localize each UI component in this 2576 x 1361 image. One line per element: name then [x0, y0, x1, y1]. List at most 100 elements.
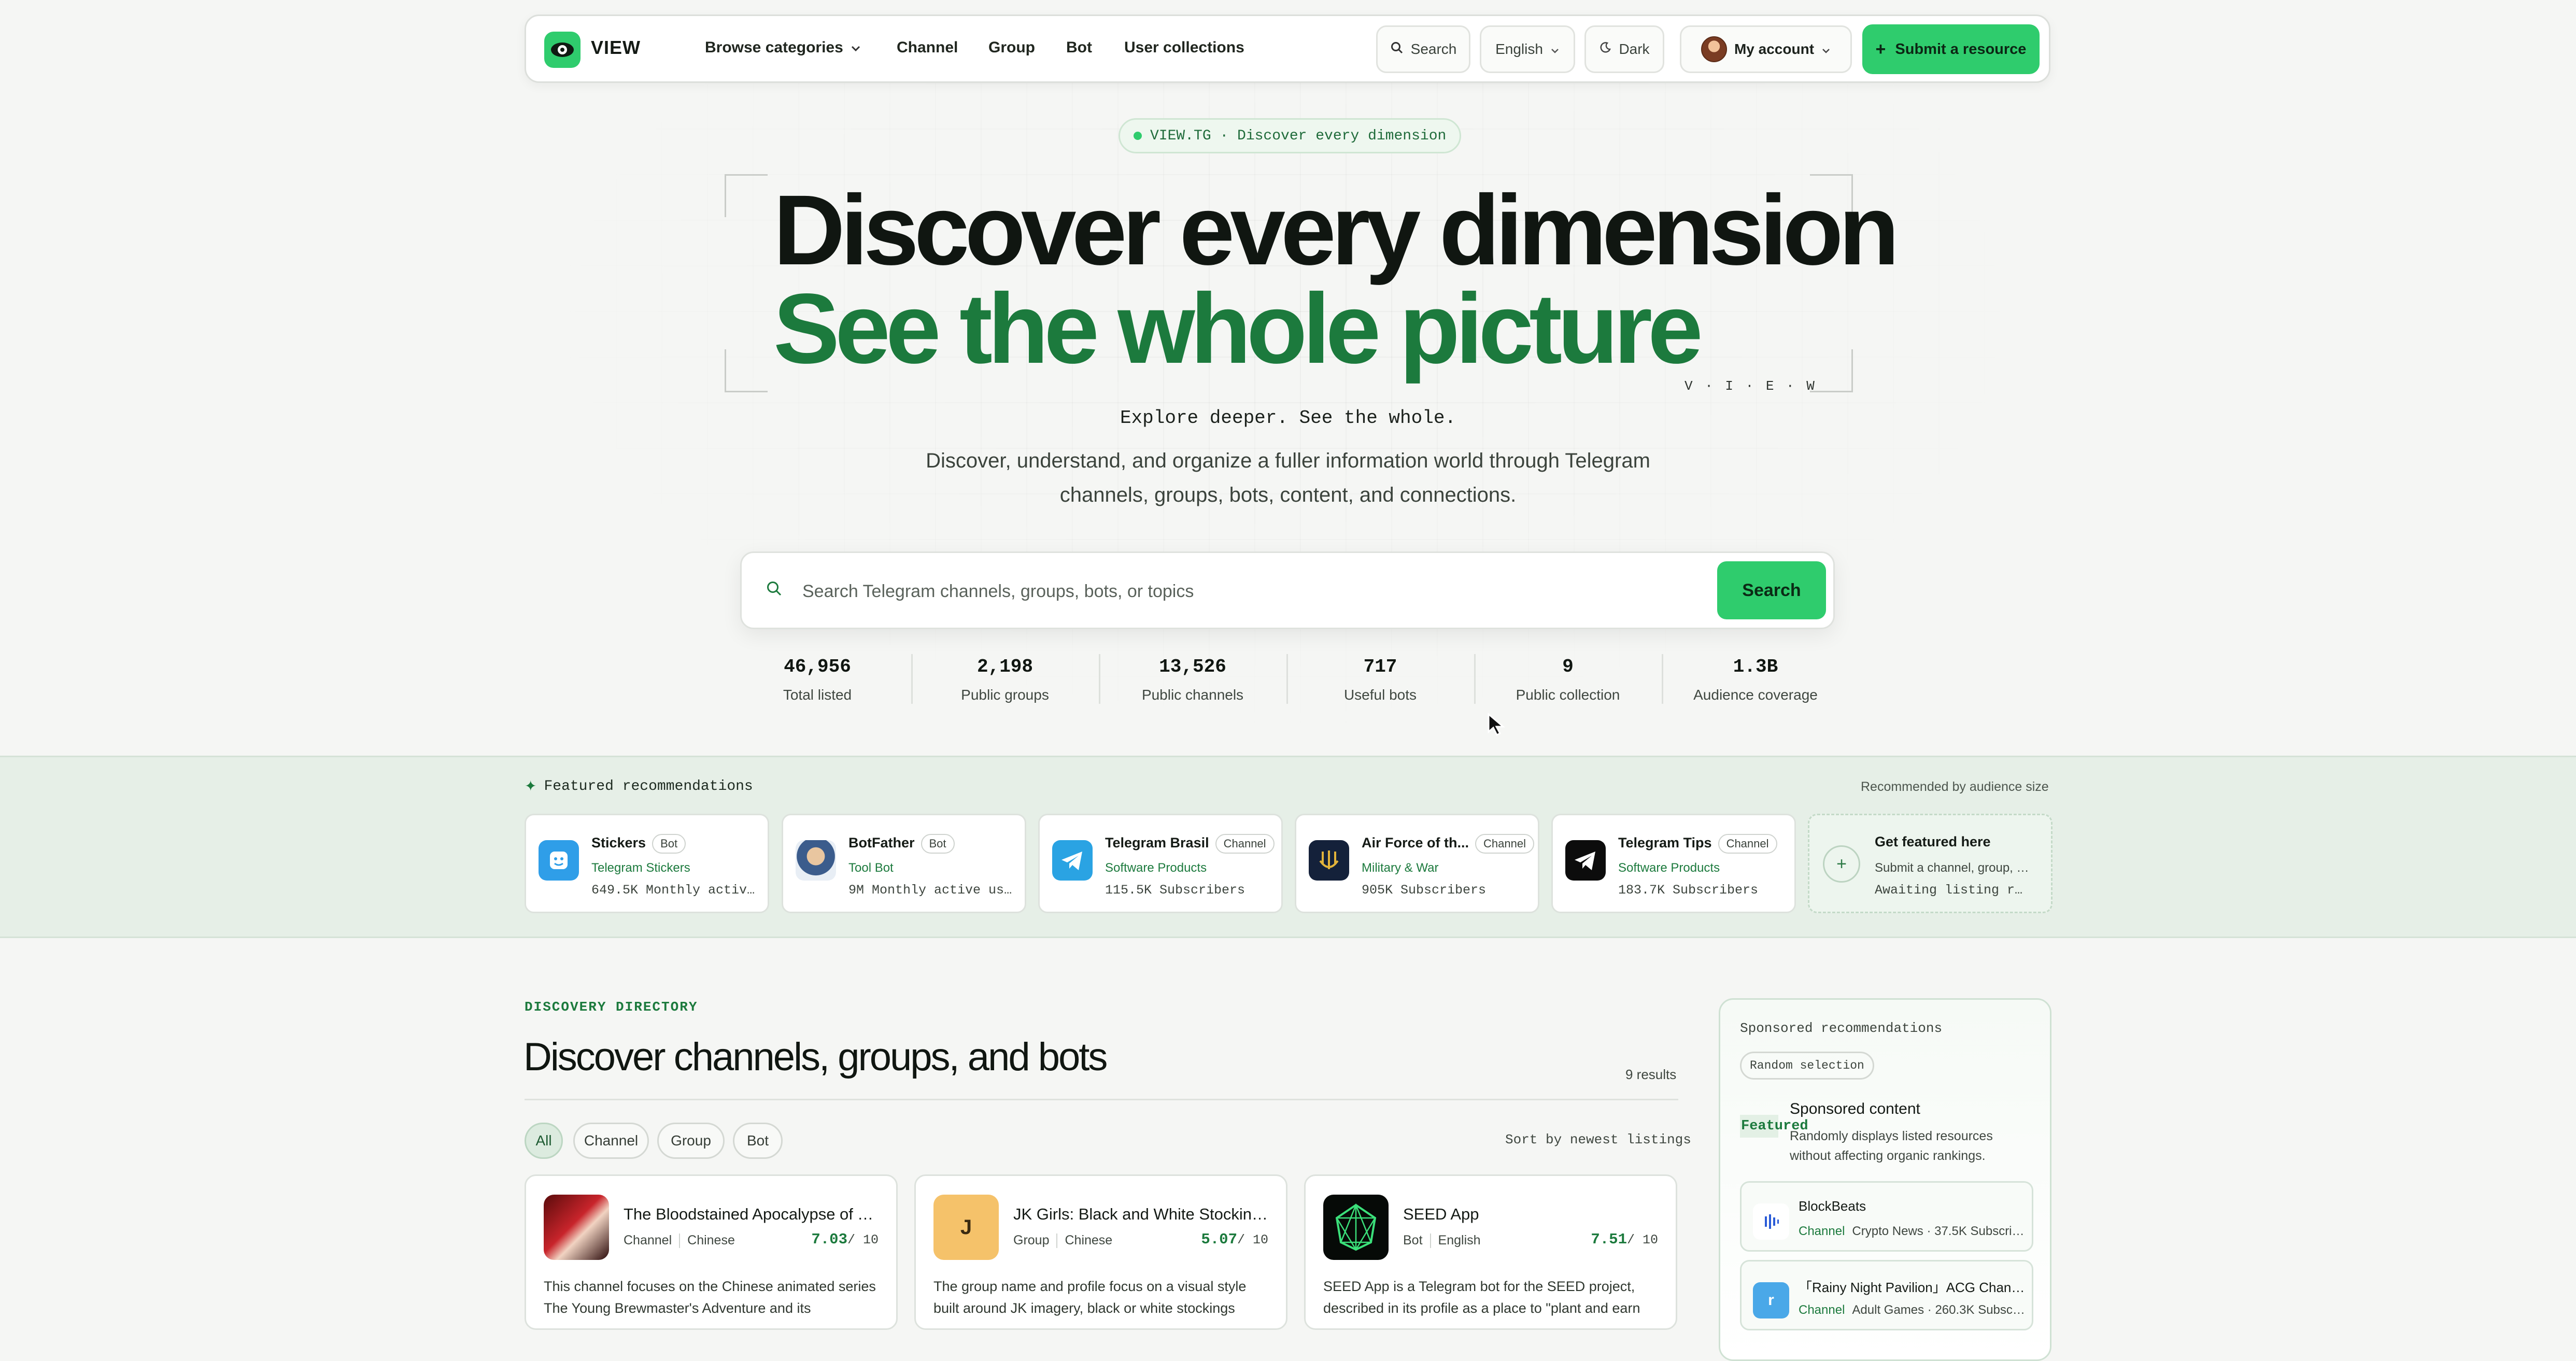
stat-audience-coverage: 1.3B Audience coverage — [1662, 656, 1849, 703]
sponsored-item-type: Channel — [1799, 1303, 1845, 1317]
theme-label: Dark — [1619, 41, 1650, 57]
stat-label: Public groups — [961, 687, 1049, 703]
sponsored-item[interactable]: BlockBeats Channel Crypto News · 37.5K Su… — [1740, 1181, 2033, 1252]
nav-channel[interactable]: Channel — [897, 39, 958, 56]
chevron-down-icon — [1550, 41, 1560, 58]
resource-card[interactable]: J JK Girls: Black and White Stockings, U… — [914, 1174, 1287, 1330]
featured-name-text: Stickers — [591, 835, 646, 850]
hero-headline: Discover every dimension — [773, 174, 1900, 286]
view-mark: V · I · E · W — [1685, 378, 1817, 394]
divider — [525, 1099, 1678, 1100]
get-featured-title: Get featured here — [1875, 834, 1991, 849]
featured-category[interactable]: Software Products — [1618, 861, 1720, 875]
view-logo-icon[interactable] — [544, 32, 581, 68]
theme-toggle[interactable]: Dark — [1584, 25, 1664, 73]
sponsored-item-type: Channel — [1799, 1224, 1845, 1238]
search-icon — [766, 580, 783, 600]
filter-channel[interactable]: Channel — [573, 1123, 649, 1159]
featured-name: Air Force of th... Channel — [1362, 834, 1534, 854]
featured-category[interactable]: Software Products — [1105, 861, 1207, 875]
sort-selector[interactable]: Sort by newest listings — [1505, 1132, 1691, 1147]
featured-card[interactable]: BotFather Bot Tool Bot 9M Monthly active … — [782, 814, 1026, 913]
score-scale: / 10 — [847, 1232, 879, 1247]
trident-emblem-icon — [1309, 840, 1349, 881]
type-badge: Bot — [652, 834, 686, 854]
submit-resource-button[interactable]: + Submit a resource — [1862, 24, 2040, 74]
featured-category[interactable]: Telegram Stickers — [591, 861, 690, 875]
mouse-cursor-icon — [1487, 712, 1507, 739]
resource-description: The group name and profile focus on a vi… — [933, 1279, 1247, 1316]
resource-meta: Bot English — [1403, 1233, 1481, 1248]
chevron-down-icon — [1821, 41, 1831, 58]
resource-name[interactable]: JK Girls: Black and White Stockings, Uni… — [1013, 1205, 1272, 1224]
stat-label: Public channels — [1141, 687, 1244, 703]
get-featured-card[interactable]: + Get featured here Submit a channel, gr… — [1808, 814, 2053, 913]
resource-card[interactable]: The Bloodstained Apocalypse of The Young… — [525, 1174, 898, 1330]
filter-bot[interactable]: Bot — [733, 1123, 783, 1159]
stat-public-groups: 2,198 Public groups — [911, 656, 1099, 703]
featured-card[interactable]: Air Force of th... Channel Military & War… — [1295, 814, 1539, 913]
telegram-plane-icon — [1052, 840, 1093, 881]
featured-name-text: Telegram Brasil — [1105, 835, 1209, 850]
header-search-button[interactable]: Search — [1376, 25, 1470, 73]
featured-name-text: Air Force of th... — [1362, 835, 1469, 850]
sponsored-panel: Sponsored recommendations Random selecti… — [1719, 998, 2051, 1361]
get-featured-meta: Awaiting listing review — [1875, 883, 2030, 898]
featured-card[interactable]: Telegram Brasil Channel Software Products… — [1038, 814, 1283, 913]
featured-category[interactable]: Tool Bot — [848, 861, 894, 875]
directory-title: Discover channels, groups, and bots — [523, 1035, 1108, 1079]
sponsored-item-name: BlockBeats — [1799, 1198, 1866, 1214]
account-label: My account — [1734, 41, 1815, 57]
featured-note: Recommended by audience size — [1861, 779, 2049, 794]
stat-label: Useful bots — [1343, 687, 1417, 703]
nav-bot[interactable]: Bot — [1066, 39, 1092, 56]
stat-value: 46,956 — [784, 656, 851, 677]
featured-band — [0, 756, 2576, 938]
type-badge: Channel — [1475, 834, 1534, 854]
stat-total-listed: 46,956 Total listed — [724, 656, 911, 703]
featured-card[interactable]: Stickers Bot Telegram Stickers 649.5K Mon… — [525, 814, 769, 913]
language-selector[interactable]: English — [1480, 25, 1575, 73]
featured-name: Telegram Brasil Channel — [1105, 834, 1275, 854]
sponsored-item[interactable]: r 「Rainy Night Pavilion」ACG Channel Chan… — [1740, 1260, 2033, 1330]
resource-card[interactable]: SEED App Bot English 7.51/ 10 SEED App i… — [1304, 1174, 1677, 1330]
type-badge: Channel — [1718, 834, 1777, 854]
account-menu[interactable]: My account — [1680, 25, 1852, 73]
logo-text[interactable]: VIEW — [591, 37, 641, 59]
score-value: 7.03 — [811, 1231, 847, 1248]
corner-bracket — [725, 174, 768, 217]
divider — [679, 1233, 681, 1248]
results-count: 9 results — [1625, 1067, 1677, 1082]
resource-name[interactable]: SEED App — [1403, 1205, 1662, 1224]
featured-card[interactable]: Telegram Tips Channel Software Products 1… — [1551, 814, 1796, 913]
resource-name[interactable]: The Bloodstained Apocalypse of The Young… — [624, 1205, 883, 1224]
filter-all[interactable]: All — [525, 1123, 563, 1159]
avatar — [1701, 36, 1727, 62]
featured-label: Featured — [1740, 1115, 1808, 1138]
divider — [1056, 1233, 1058, 1248]
language-label: English — [1495, 41, 1543, 57]
nav-group[interactable]: Group — [988, 39, 1035, 56]
featured-meta: 183.7K Subscribers — [1618, 883, 1759, 898]
stat-value: 13,526 — [1159, 656, 1226, 677]
hero-subheadline: See the whole picture — [773, 273, 1703, 384]
search-input[interactable] — [801, 572, 1653, 611]
search-button[interactable]: Search — [1717, 561, 1826, 619]
stat-value: 1.3B — [1733, 656, 1778, 677]
score-value: 7.51 — [1591, 1231, 1627, 1248]
corner-bracket — [725, 349, 768, 392]
divider — [1429, 1233, 1431, 1248]
stat-public-channels: 13,526 Public channels — [1099, 656, 1286, 703]
browse-categories-menu[interactable]: Browse categories — [705, 39, 861, 56]
chevron-down-icon — [851, 39, 861, 56]
resource-type: Group — [1013, 1233, 1050, 1247]
resource-type: Bot — [1403, 1233, 1423, 1247]
resource-score: 5.07/ 10 — [1201, 1231, 1268, 1248]
random-selection-badge: Random selection — [1740, 1052, 1874, 1080]
featured-category[interactable]: Military & War — [1362, 861, 1438, 875]
resource-score: 7.03/ 10 — [811, 1231, 879, 1248]
search-icon — [1390, 41, 1404, 58]
filter-group[interactable]: Group — [657, 1123, 725, 1159]
type-badge: Bot — [921, 834, 955, 854]
nav-user-collections[interactable]: User collections — [1124, 39, 1244, 56]
